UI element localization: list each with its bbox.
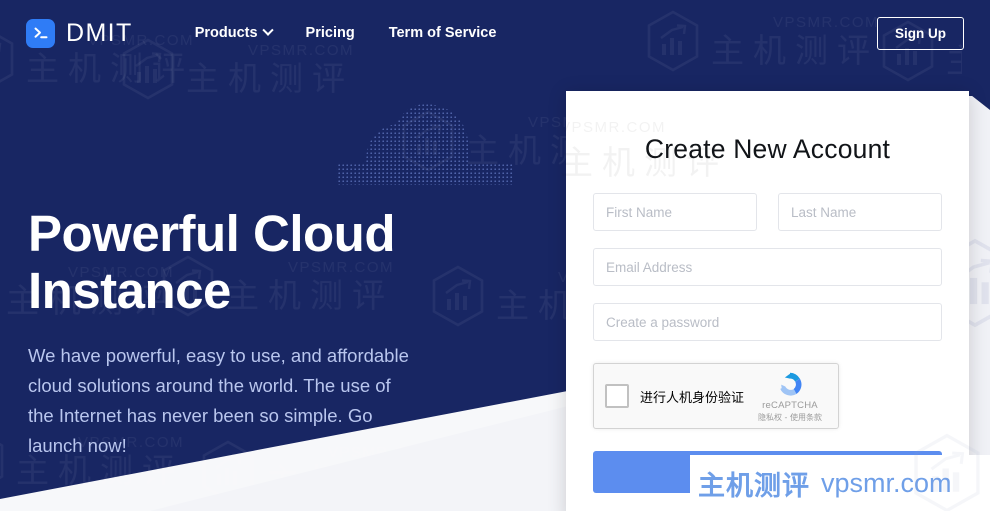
email-input[interactable] (593, 248, 942, 286)
recaptcha-logo-icon (780, 372, 802, 396)
card-title: Create New Account (644, 134, 891, 164)
header-sign-up-button[interactable]: Sign Up (877, 16, 964, 50)
hero-title-line2: Instance (28, 262, 231, 320)
page-root: VPSMR.COM 主机测评 VPSMR.COM 主机测评 主机测评 VPSMR… (0, 0, 990, 511)
name-fields-row (593, 193, 942, 231)
site-header: DMIT Products Pricing Term of Service Si… (0, 0, 990, 66)
checkbox-unchecked-icon[interactable] (605, 384, 629, 408)
first-name-wrap (593, 193, 757, 231)
signup-card: VPSMR.COM 主机测评 Create New Account 进行人机身份… (560, 91, 969, 511)
hero-title-line1: Powerful Cloud (28, 205, 395, 262)
hero-title: Powerful Cloud Instance (28, 205, 448, 319)
nav-item-label: Term of Service (388, 25, 497, 41)
recaptcha-brand: reCAPTCHA 隐私权 - 使用条款 (753, 369, 827, 423)
recaptcha-terms[interactable]: 隐私权 - 使用条款 (758, 412, 822, 423)
terminal-glyph (34, 27, 47, 39)
nav-item-label: Pricing (305, 25, 355, 41)
password-input[interactable] (593, 303, 942, 341)
dotted-cloud-decoration (336, 104, 514, 185)
email-wrap (593, 248, 942, 286)
watermark-cn: 主机测评 (266, 461, 434, 500)
brand-logo[interactable]: DMIT (26, 18, 133, 48)
hero-subtitle: We have powerful, easy to use, and affor… (28, 345, 409, 457)
recaptcha-brand-name: reCAPTCHA (762, 400, 818, 411)
watermark-cn: 主机测评 (186, 59, 354, 98)
recaptcha-label: 进行人机身份验证 (640, 390, 745, 406)
chevron-down-icon (261, 24, 274, 36)
nav-item-term-of-service[interactable]: Term of Service (389, 25, 497, 41)
last-name-input[interactable] (778, 193, 942, 231)
recaptcha-widget[interactable]: 进行人机身份验证 reCAPTCHA 隐私权 - 使用条款 (593, 363, 839, 429)
main-nav: Products Pricing Term of Service (194, 24, 497, 41)
nav-item-label: Products (194, 25, 258, 41)
create-account-submit-button[interactable] (593, 451, 942, 493)
password-wrap (593, 303, 942, 341)
nav-item-pricing[interactable]: Pricing (306, 25, 355, 41)
nav-item-products[interactable]: Products (194, 24, 274, 41)
terminal-prompt-icon (26, 18, 55, 48)
hexagon-chart-logo-icon (0, 442, 4, 480)
hero-section: Powerful Cloud Instance We have powerful… (28, 205, 448, 461)
last-name-wrap (778, 193, 942, 231)
first-name-input[interactable] (593, 193, 757, 231)
brand-name: DMIT (66, 18, 133, 47)
